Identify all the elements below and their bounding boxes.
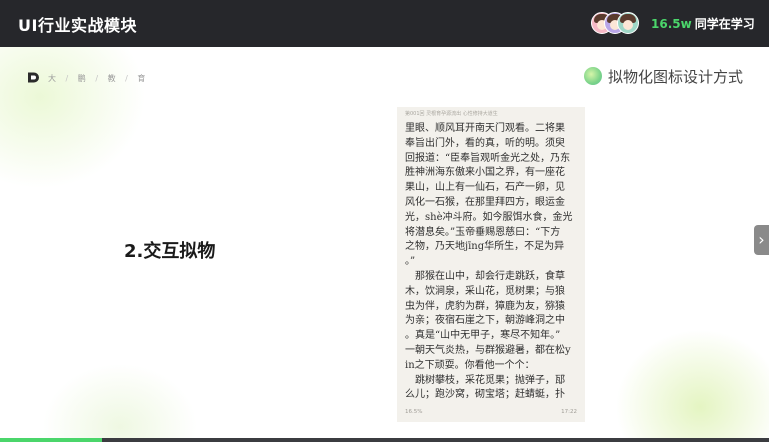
ebook-screenshot: 第001回 灵根育孕源流出 心性修持大道生 里眼、顺风耳开南天门观看。二将果 奉…	[397, 107, 585, 422]
phone-clock: 17:22	[561, 409, 577, 415]
text-line: 将潜息矣。”玉帝垂赐恩慈曰：“下方	[405, 226, 561, 238]
text-line: 跳树攀枝，采花觅果；抛弹子，邷	[405, 374, 565, 386]
topic-dot-icon	[584, 67, 602, 85]
chapter-header: 第001回 灵根育孕源流出 心性修持大道生	[405, 111, 498, 117]
text-line: 虫为伴，虎豹为群，獐鹿为友，猕猿	[405, 300, 565, 312]
text-line: 风化一石猴，在那里拜四方，眼运金	[405, 196, 565, 208]
reading-progress: 16.5%	[405, 409, 423, 415]
video-progress-bar[interactable]	[0, 438, 769, 442]
text-line: 果山，山上有一仙石，石产一卵，见	[405, 182, 565, 194]
chevron-right-icon: ›	[758, 230, 765, 249]
text-line: 木，饮涧泉，采山花，觅树果；与狼	[405, 285, 565, 297]
ebook-text: 里眼、顺风耳开南天门观看。二将果 奉旨出门外，看的真，听的明。须臾 回报道：“臣…	[405, 122, 577, 403]
breadcrumb-item: 育	[137, 74, 146, 83]
topic-title: 拟物化图标设计方式	[608, 68, 744, 86]
breadcrumb-item: 大	[48, 74, 56, 83]
breadcrumb-item: 鹏	[77, 74, 86, 83]
text-line: 奉旨出门外，看的真，听的明。须臾	[405, 137, 565, 149]
breadcrumb: 大 / 鹏 / 教 / 育	[48, 73, 152, 84]
text-line: 回报道：“臣奉旨观听金光之处，乃东	[405, 152, 571, 164]
breadcrumb-separator: /	[125, 74, 128, 83]
video-progress-fill	[0, 438, 103, 442]
avatar	[617, 12, 639, 34]
course-title: UI行业实战模块	[18, 16, 137, 35]
viewer-avatars[interactable]	[591, 12, 645, 36]
viewer-count-text: 16.5w 同学在学习	[651, 15, 755, 32]
text-line: 之物，乃天地jīng华所生，不足为异	[405, 241, 565, 253]
breadcrumb-separator: /	[95, 74, 99, 83]
text-line: 为亲；夜宿石崖之下，朝游峰洞之中	[405, 315, 565, 327]
video-top-bar: UI行业实战模块 16.5w 同学在学习	[0, 0, 769, 47]
viewer-count: 16.5w	[651, 17, 692, 31]
text-line: 那猴在山中，却会行走跳跃，食草	[405, 270, 565, 282]
text-line: 。真是“山中无甲子，寒尽不知年。”	[405, 330, 561, 342]
text-line: in之下顽耍。你看他一个个：	[405, 359, 535, 371]
expand-panel-button[interactable]: ›	[754, 225, 769, 255]
viewer-label: 同学在学习	[694, 17, 755, 31]
breadcrumb-separator: /	[65, 74, 69, 83]
text-line: 光，shè冲斗府。如今服饵水食，金光	[405, 211, 573, 223]
text-line: 一朝天气炎热，与群猴避暑，都在松y	[405, 344, 571, 356]
text-line: 。”	[405, 256, 416, 268]
breadcrumb-item: 教	[107, 74, 116, 83]
ebook-footer: 16.5% 17:22	[405, 409, 577, 415]
text-line: 里眼、顺风耳开南天门观看。二将果	[405, 123, 565, 134]
slide-heading: 2.交互拟物	[124, 241, 216, 262]
text-line: 么儿；跑沙窝，砌宝塔；赶蜻蜓，扑	[405, 389, 565, 401]
text-line: 胜神洲海东傲来小国之界，有一座花	[405, 167, 565, 179]
brand-logo-icon	[28, 72, 39, 83]
slide-content: 大 / 鹏 / 教 / 育 拟物化图标设计方式 2.交互拟物 第001回 灵根育…	[0, 47, 769, 442]
